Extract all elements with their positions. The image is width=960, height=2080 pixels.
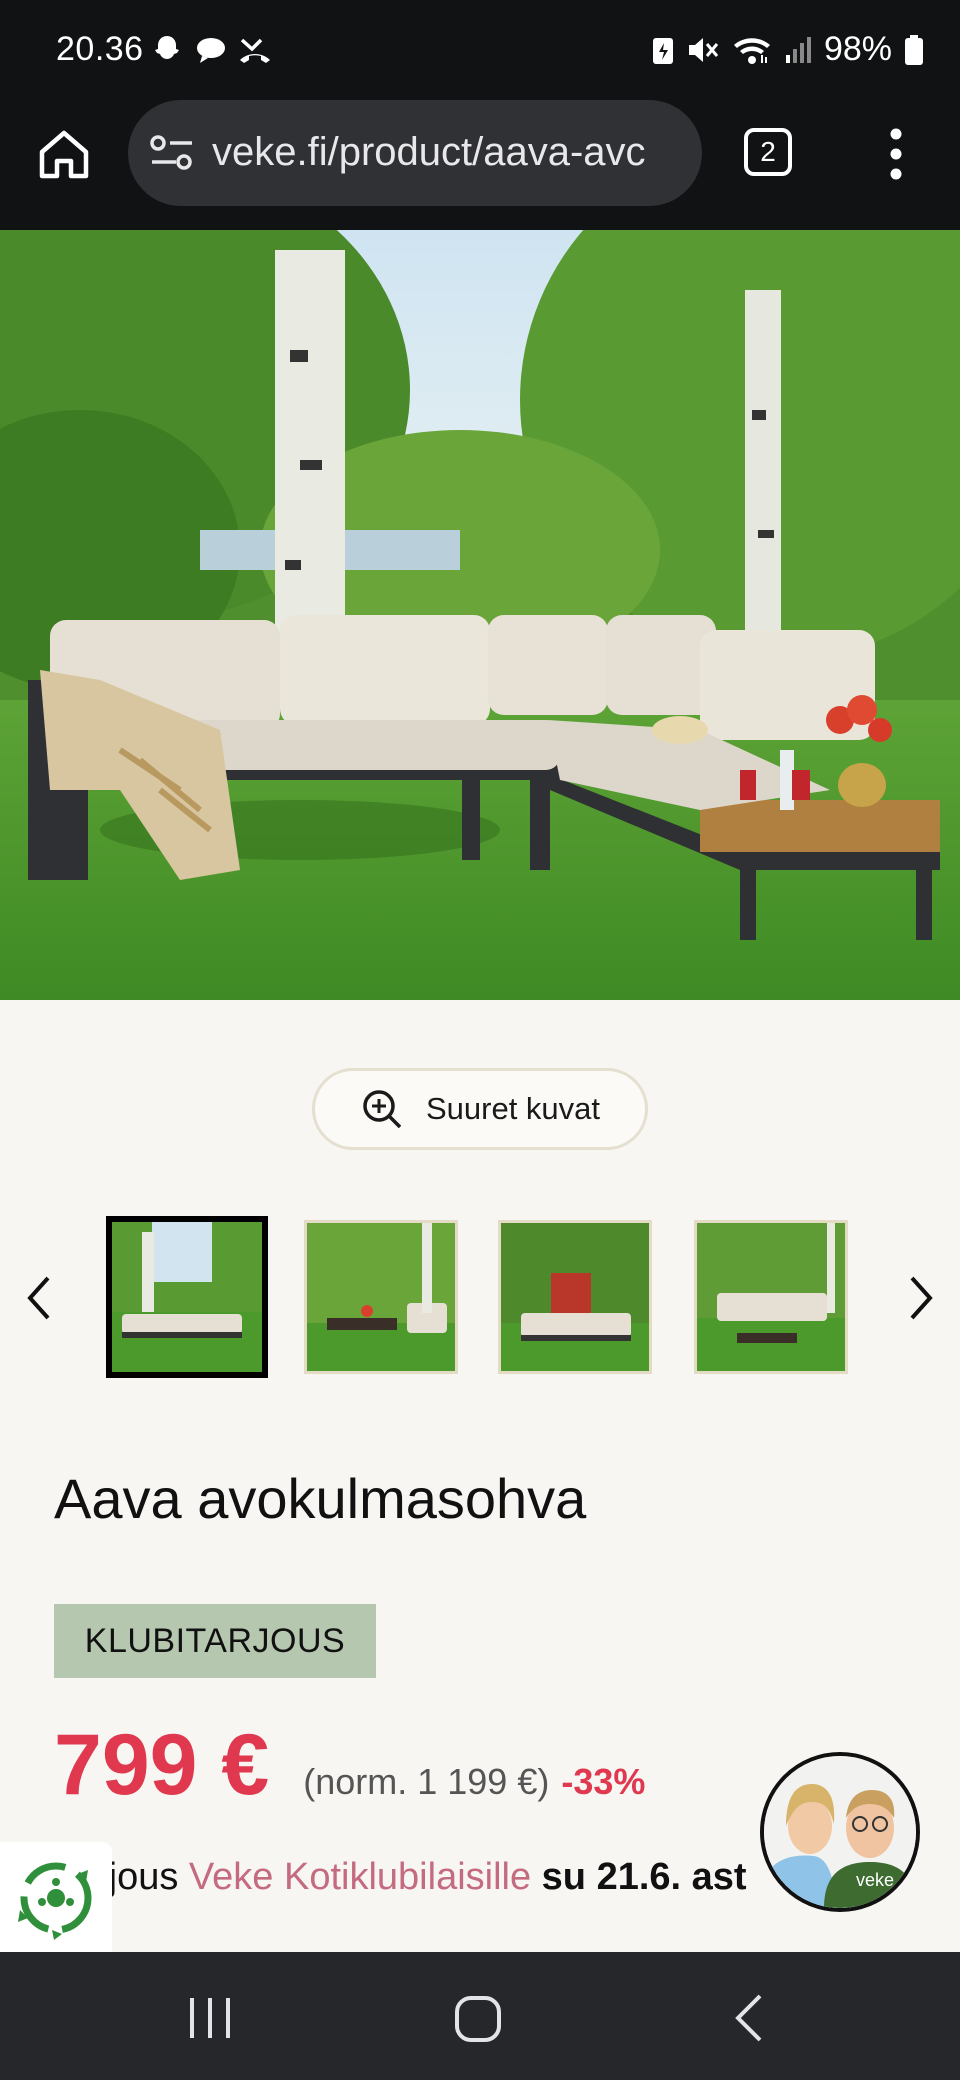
large-images-button[interactable]: Suuret kuvat (312, 1068, 648, 1150)
battery-icon (905, 34, 923, 65)
offer-date: su 21.6. ast (531, 1856, 747, 1898)
system-icons: 98% (652, 30, 924, 69)
avatar-logo-text: veke (856, 1870, 894, 1890)
notification-icons (150, 34, 272, 66)
price-row: 799 € (norm. 1 199 €) -33% (54, 1716, 645, 1815)
address-bar[interactable]: veke.fi/product/aava-avc (128, 100, 702, 206)
signal-icon (785, 36, 811, 63)
product-main-image[interactable] (0, 230, 960, 1000)
status-bar: 20.36 98% (0, 0, 960, 100)
missed-call-icon (240, 38, 270, 63)
chat-icon (197, 38, 225, 63)
recycle-icon (18, 1862, 92, 1940)
wifi-icon (733, 37, 770, 64)
tab-switcher-button[interactable]: 2 (744, 128, 792, 176)
back-icon[interactable] (720, 1990, 780, 2046)
browser-toolbar: veke.fi/product/aava-avc 2 (0, 100, 960, 230)
club-link[interactable]: Veke Kotiklubilaisille (189, 1856, 531, 1898)
normal-price: (norm. 1 199 €) (303, 1761, 550, 1802)
home-icon[interactable] (36, 126, 92, 182)
product-title: Aava avokulmasohva (54, 1467, 587, 1530)
customer-service-chat-avatar[interactable]: veke (760, 1752, 920, 1912)
more-options-icon[interactable] (876, 126, 916, 182)
chevron-left-icon[interactable] (18, 1270, 58, 1326)
mute-icon (688, 37, 719, 62)
zoom-in-icon (363, 1090, 402, 1129)
thumbnail-2[interactable] (304, 1220, 458, 1374)
system-navigation-bar (0, 1952, 960, 2080)
battery-saver-icon (652, 37, 673, 64)
home-nav-icon[interactable] (448, 1990, 508, 2046)
recent-apps-icon[interactable] (180, 1990, 240, 2046)
chevron-right-icon[interactable] (902, 1270, 942, 1326)
discount-percent: -33% (561, 1761, 646, 1802)
club-offer-badge: KLUBITARJOUS (54, 1604, 376, 1678)
status-time: 20.36 (56, 30, 144, 68)
thumbnail-3[interactable] (498, 1220, 652, 1374)
thumbnail-4[interactable] (694, 1220, 848, 1374)
snapchat-icon (155, 36, 179, 59)
eco-badge[interactable] (0, 1842, 112, 1952)
offer-description: rjous Veke Kotiklubilaisille su 21.6. as… (96, 1856, 747, 1899)
battery-percent: 98% (823, 30, 892, 68)
url-text[interactable]: veke.fi/product/aava-avc (212, 130, 682, 175)
large-images-label: Suuret kuvat (425, 1091, 601, 1126)
site-settings-icon[interactable] (150, 134, 194, 172)
thumbnail-1[interactable] (106, 1216, 268, 1378)
offer-price: 799 € (54, 1717, 270, 1813)
